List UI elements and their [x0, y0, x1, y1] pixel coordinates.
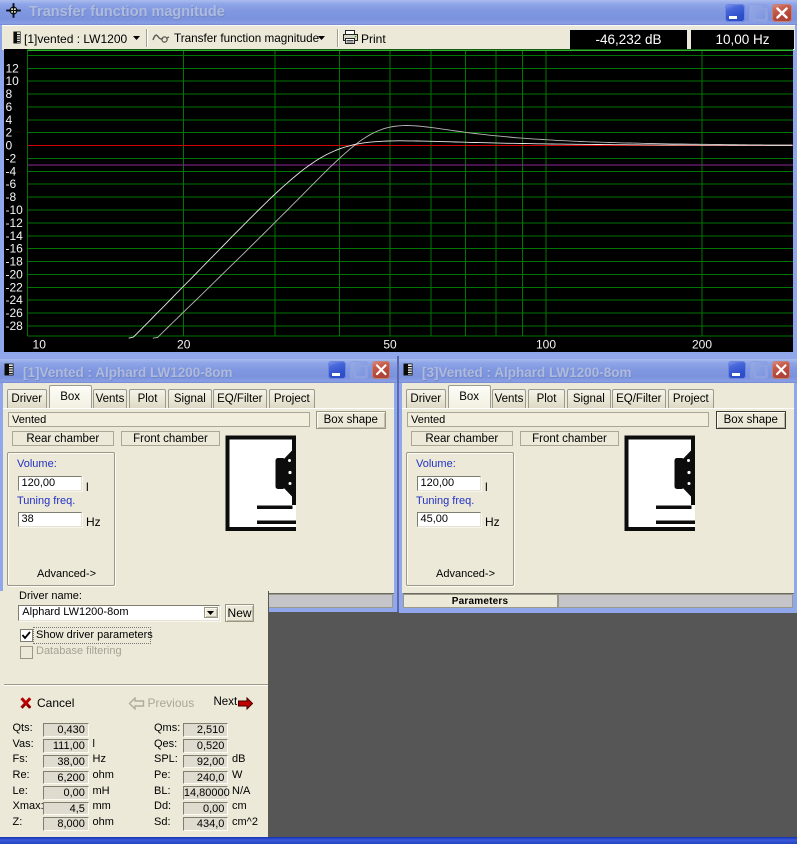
svg-text:-14: -14	[6, 229, 24, 243]
svg-text:8: 8	[6, 87, 13, 101]
svg-text:-8: -8	[6, 190, 17, 204]
svg-text:-22: -22	[6, 280, 24, 294]
svg-text:-4: -4	[6, 164, 17, 178]
svg-text:-24: -24	[6, 293, 24, 307]
svg-text:0: 0	[6, 139, 13, 153]
svg-text:-26: -26	[6, 306, 24, 320]
svg-text:6: 6	[6, 100, 13, 114]
svg-text:-12: -12	[6, 216, 24, 230]
svg-text:10: 10	[6, 74, 20, 88]
svg-text:200: 200	[692, 338, 712, 352]
svg-text:12: 12	[6, 61, 20, 75]
svg-text:-2: -2	[6, 152, 17, 166]
svg-text:-18: -18	[6, 255, 24, 269]
svg-text:10: 10	[33, 338, 47, 352]
svg-text:-28: -28	[6, 319, 24, 333]
svg-text:-20: -20	[6, 267, 24, 281]
svg-text:4: 4	[6, 113, 13, 127]
svg-text:50: 50	[383, 338, 397, 352]
svg-text:-6: -6	[6, 177, 17, 191]
svg-text:-16: -16	[6, 242, 24, 256]
svg-text:-10: -10	[6, 203, 24, 217]
svg-text:2: 2	[6, 126, 13, 140]
svg-text:20: 20	[177, 338, 191, 352]
svg-text:100: 100	[536, 338, 556, 352]
